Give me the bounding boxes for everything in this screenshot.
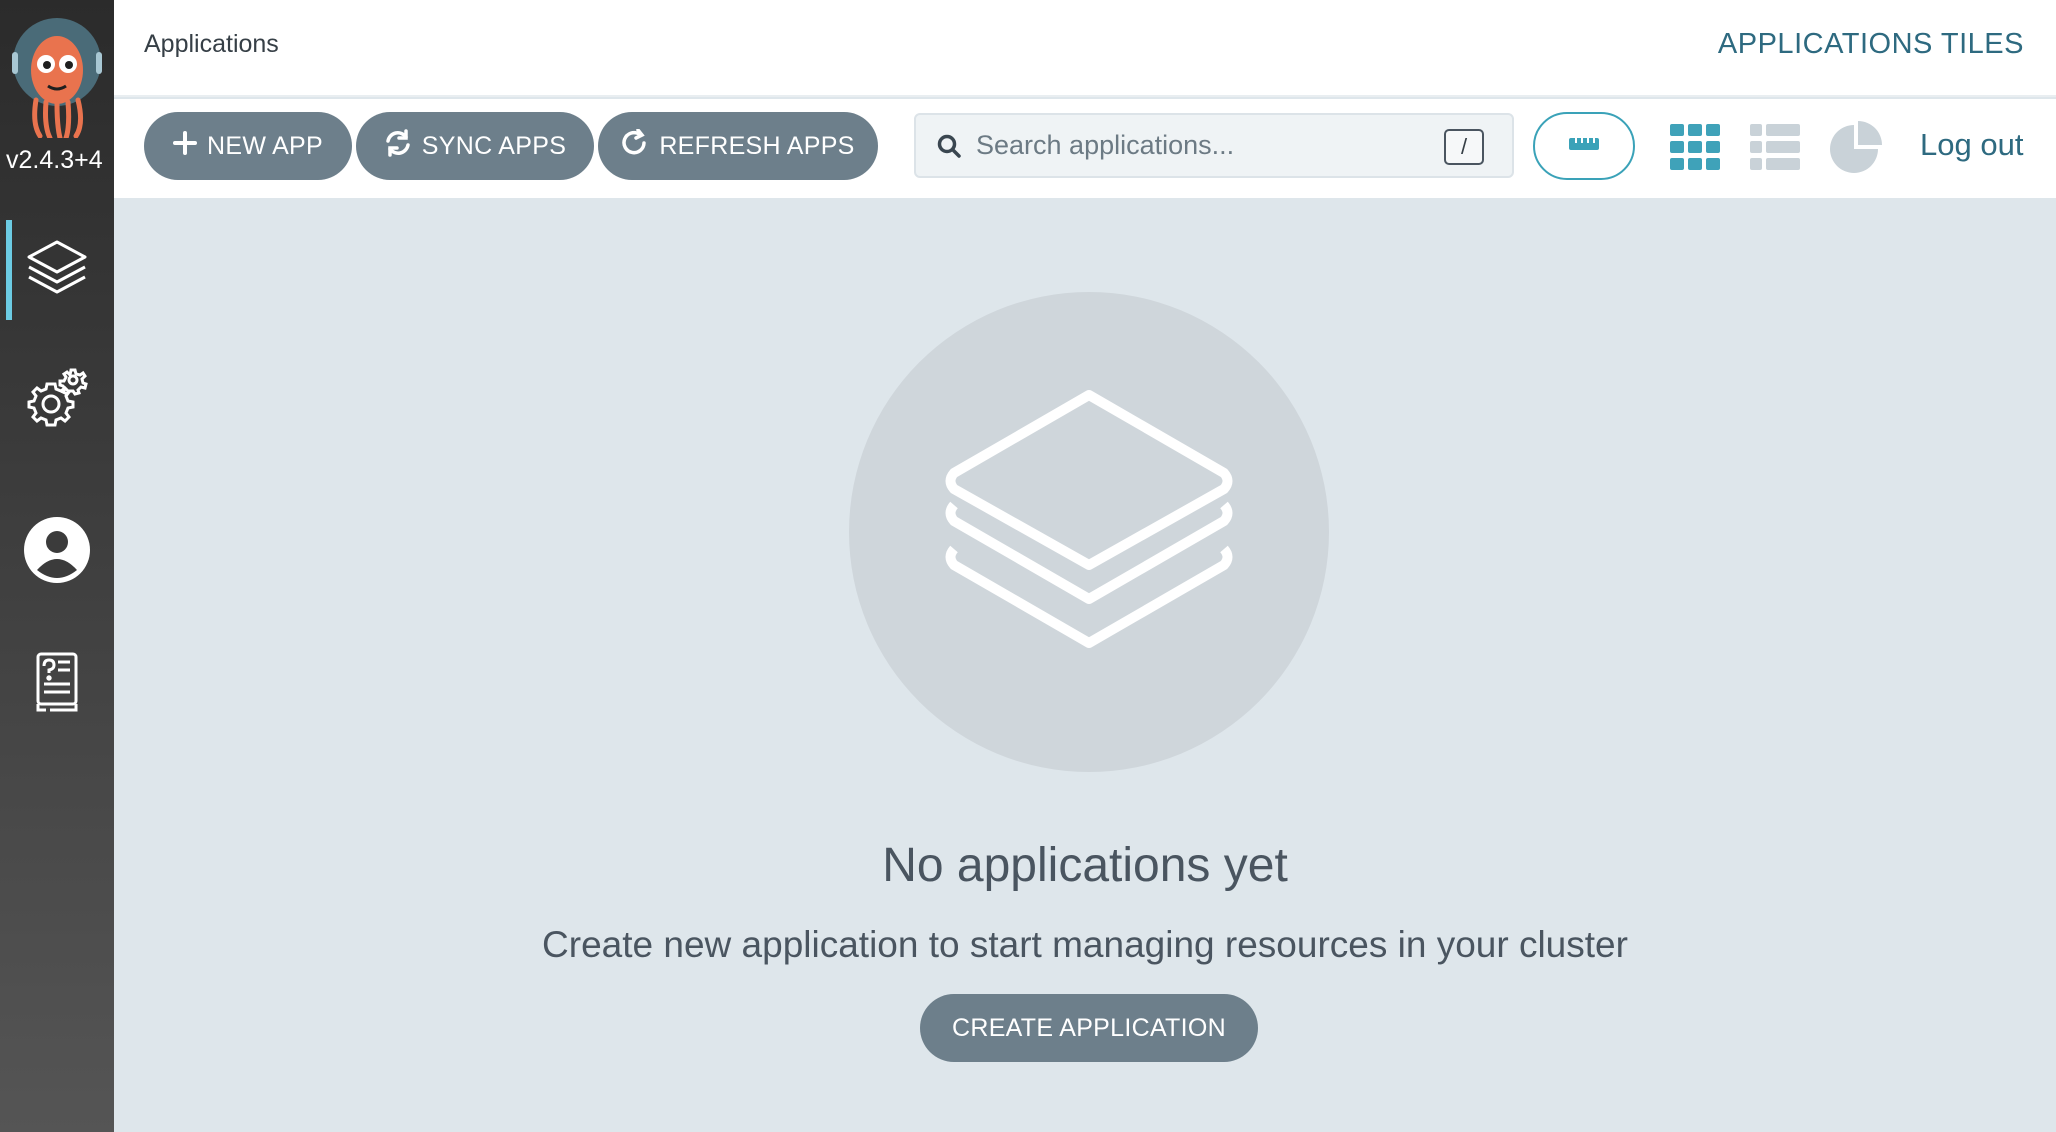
create-application-button[interactable]: CREATE APPLICATION [920, 994, 1258, 1062]
list-view-icon[interactable] [1750, 124, 1800, 175]
layers-icon [25, 236, 89, 305]
sidebar-item-applications[interactable] [0, 220, 114, 320]
sync-apps-button[interactable]: SYNC APPS [356, 112, 594, 180]
new-app-button[interactable]: NEW APP [144, 112, 352, 180]
search-box[interactable]: / [914, 113, 1514, 178]
logout-link[interactable]: Log out [1920, 127, 2023, 163]
ruler-icon [1568, 136, 1600, 157]
plus-icon [172, 130, 197, 162]
refresh-apps-button[interactable]: REFRESH APPS [598, 112, 878, 180]
gears-icon [25, 366, 89, 435]
sync-apps-label: SYNC APPS [421, 131, 567, 160]
sidebar-item-documentation[interactable] [0, 634, 114, 734]
toolbar: NEW APP SYNC APPS REFRESH APPS / [114, 99, 2056, 198]
empty-state-illustration [849, 292, 1329, 772]
help-book-icon [32, 650, 82, 719]
empty-state-title: No applications yet [882, 839, 1288, 892]
search-input[interactable] [976, 130, 1416, 161]
top-header: Applications APPLICATIONS TILES [114, 0, 2056, 97]
search-icon [936, 133, 962, 159]
filters-toggle-button[interactable] [1533, 112, 1635, 180]
user-circle-icon [23, 516, 91, 589]
summary-pie-icon[interactable] [1830, 121, 1882, 178]
new-app-label: NEW APP [206, 131, 324, 160]
sidebar: v2.4.3+4 [0, 0, 114, 1132]
layers-icon [939, 385, 1239, 680]
empty-state-subtitle: Create new application to start managing… [542, 924, 1628, 965]
search-shortcut-hint: / [1444, 129, 1484, 165]
page-title: APPLICATIONS TILES [1717, 28, 2024, 60]
sidebar-item-user-info[interactable] [0, 502, 114, 602]
refresh-icon [621, 127, 649, 164]
argo-logo[interactable] [6, 12, 108, 141]
tiles-view-icon[interactable] [1670, 124, 1720, 175]
sidebar-item-settings[interactable] [0, 350, 114, 450]
sync-icon [384, 128, 412, 164]
refresh-apps-label: REFRESH APPS [659, 131, 855, 160]
breadcrumb[interactable]: Applications [144, 30, 279, 59]
version-label: v2.4.3+4 [6, 146, 103, 174]
